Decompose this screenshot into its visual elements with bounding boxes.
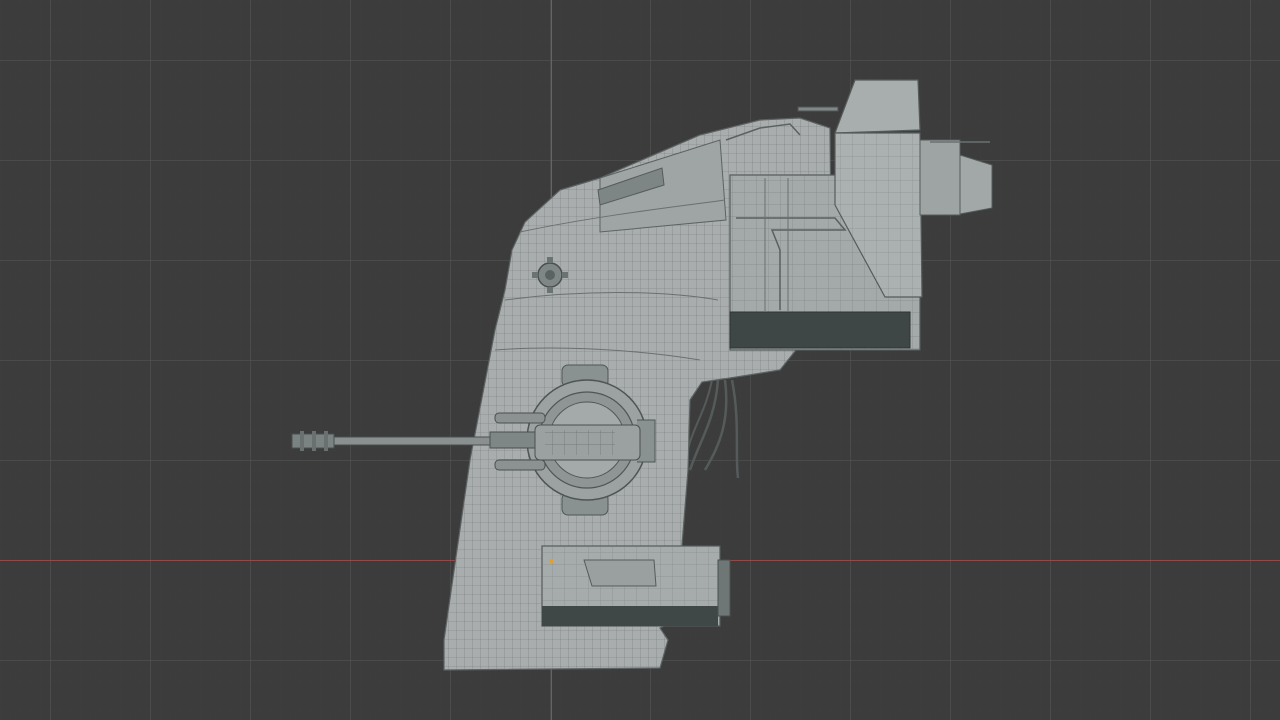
selection-dot: [549, 559, 553, 563]
mesh-model[interactable]: [0, 0, 1280, 720]
3d-viewport[interactable]: [0, 0, 1280, 720]
antenna: [797, 106, 839, 112]
lower-pod[interactable]: [541, 545, 731, 627]
